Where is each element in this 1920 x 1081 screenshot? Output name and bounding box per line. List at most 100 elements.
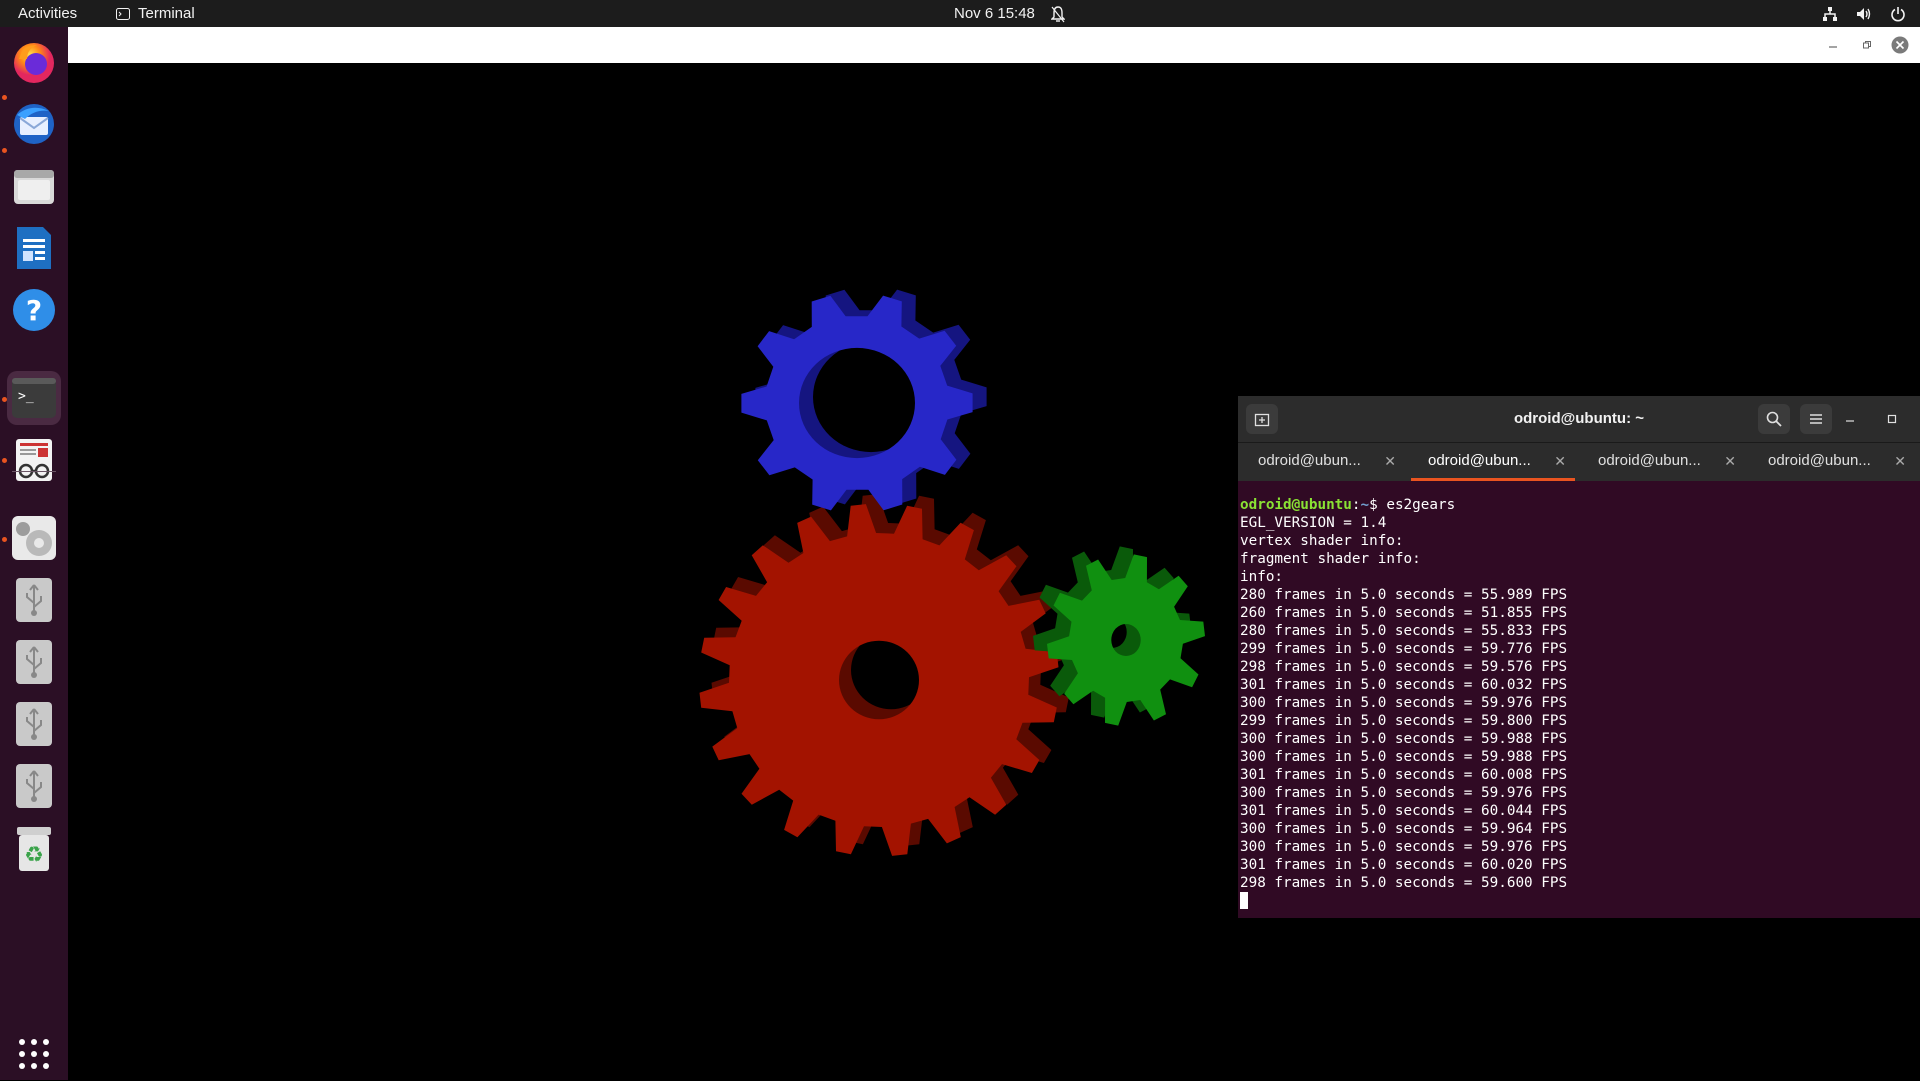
- network-icon: [1823, 6, 1837, 21]
- dock-usb-drive-1[interactable]: [7, 573, 61, 627]
- output-line: 300 frames in 5.0 seconds = 59.964 FPS: [1240, 821, 1568, 837]
- terminal-tab-2[interactable]: odroid@ubun... ✕: [1408, 443, 1578, 481]
- show-apps-icon: [19, 1039, 49, 1069]
- terminal-output[interactable]: odroid@ubuntu:~$ es2gears EGL_VERSION = 1…: [1240, 496, 1918, 910]
- prompt-separator: :: [1351, 497, 1361, 513]
- minimize-icon: [1846, 420, 1854, 422]
- terminal-maximize-button[interactable]: [1882, 409, 1902, 429]
- tab-close-icon[interactable]: ✕: [1384, 443, 1396, 479]
- terminal-tab-3[interactable]: odroid@ubun... ✕: [1578, 443, 1748, 481]
- terminal-tab-1[interactable]: odroid@ubun... ✕: [1238, 443, 1408, 481]
- trash-icon: ♻: [17, 827, 51, 871]
- notification-bell-icon[interactable]: [1050, 5, 1066, 23]
- text-cursor: [1240, 892, 1248, 909]
- dock: ? >_ ♻: [0, 27, 68, 1080]
- thunderbird-icon: [14, 104, 54, 144]
- terminal-icon: >_: [12, 378, 56, 418]
- dock-usb-drive-2[interactable]: [7, 635, 61, 689]
- usb-icon: [16, 764, 52, 808]
- terminal-menu-button[interactable]: [1800, 404, 1832, 434]
- close-icon: [1891, 36, 1909, 54]
- terminal-window[interactable]: odroid@ubuntu: ~ odroid@ubun... ✕ odroid…: [1238, 396, 1920, 918]
- writer-icon: [17, 227, 51, 269]
- output-line: 300 frames in 5.0 seconds = 59.976 FPS: [1240, 839, 1568, 855]
- output-line: 280 frames in 5.0 seconds = 55.833 FPS: [1240, 623, 1568, 639]
- dock-files[interactable]: [7, 159, 61, 213]
- output-line: 299 frames in 5.0 seconds = 59.776 FPS: [1240, 641, 1568, 657]
- dock-usb-drive-3[interactable]: [7, 697, 61, 751]
- gears-titlebar[interactable]: [68, 27, 1920, 63]
- maximize-icon: [1887, 414, 1897, 424]
- recycle-icon: ♻: [24, 843, 44, 868]
- running-indicator: [2, 148, 7, 153]
- output-line: 298 frames in 5.0 seconds = 59.576 FPS: [1240, 659, 1568, 675]
- dock-trash[interactable]: ♻: [7, 822, 61, 876]
- gears-close-button[interactable]: [1890, 35, 1910, 55]
- output-line: 300 frames in 5.0 seconds = 59.988 FPS: [1240, 731, 1568, 747]
- output-line: 300 frames in 5.0 seconds = 59.988 FPS: [1240, 749, 1568, 765]
- dock-separator: [12, 471, 56, 472]
- output-line: 301 frames in 5.0 seconds = 60.032 FPS: [1240, 677, 1568, 693]
- prompt-user: odroid@ubuntu: [1240, 497, 1352, 513]
- gears-minimize-button[interactable]: [1823, 35, 1843, 55]
- usb-icon: [16, 702, 52, 746]
- restore-icon: [1863, 41, 1871, 49]
- output-line: vertex shader info:: [1240, 533, 1404, 549]
- top-bar: Activities Terminal Nov 6 15:48: [0, 0, 1920, 27]
- output-line: EGL_VERSION = 1.4: [1240, 515, 1387, 531]
- gear-red: [699, 494, 1071, 856]
- settings-icon: [12, 516, 56, 560]
- dock-libreoffice-writer[interactable]: [7, 221, 61, 275]
- terminal-search-button[interactable]: [1758, 404, 1790, 434]
- app-menu[interactable]: Terminal: [116, 0, 195, 27]
- document-viewer-icon: [16, 439, 52, 481]
- dock-firefox[interactable]: [7, 35, 61, 89]
- dock-document-viewer[interactable]: [7, 433, 61, 487]
- terminal-icon-glyph: >_: [18, 389, 34, 404]
- terminal-headerbar[interactable]: odroid@ubuntu: ~: [1238, 396, 1920, 443]
- tab-label: odroid@ubun...: [1258, 452, 1361, 469]
- output-line: 300 frames in 5.0 seconds = 59.976 FPS: [1240, 695, 1568, 711]
- terminal-minimize-button[interactable]: [1840, 409, 1860, 429]
- system-tray[interactable]: [1822, 0, 1906, 27]
- search-icon: [1766, 411, 1782, 427]
- power-icon: [1891, 6, 1905, 21]
- tab-close-icon[interactable]: ✕: [1724, 443, 1736, 479]
- terminal-tab-bar: odroid@ubun... ✕ odroid@ubun... ✕ odroid…: [1238, 443, 1920, 481]
- output-line: 301 frames in 5.0 seconds = 60.044 FPS: [1240, 803, 1568, 819]
- output-line: 300 frames in 5.0 seconds = 59.976 FPS: [1240, 785, 1568, 801]
- cursor-line: [1240, 892, 1918, 910]
- terminal-tab-4[interactable]: odroid@ubun... ✕: [1748, 443, 1918, 481]
- output-line: 301 frames in 5.0 seconds = 60.008 FPS: [1240, 767, 1568, 783]
- dock-help[interactable]: ?: [7, 283, 61, 337]
- clock[interactable]: Nov 6 15:48: [954, 0, 1035, 27]
- tab-close-icon[interactable]: ✕: [1894, 443, 1906, 479]
- firefox-icon: [14, 43, 54, 83]
- tab-label: odroid@ubun...: [1768, 452, 1871, 469]
- usb-icon: [16, 640, 52, 684]
- activities-button[interactable]: Activities: [18, 0, 77, 27]
- output-line: fragment shader info:: [1240, 551, 1421, 567]
- output-line: 299 frames in 5.0 seconds = 59.800 FPS: [1240, 713, 1568, 729]
- dock-system-settings[interactable]: [7, 511, 61, 565]
- prompt-line: odroid@ubuntu:~$ es2gears: [1240, 496, 1918, 514]
- output-line: 260 frames in 5.0 seconds = 51.855 FPS: [1240, 605, 1568, 621]
- output-line: info:: [1240, 569, 1284, 585]
- dock-thunderbird[interactable]: [7, 97, 61, 151]
- output-line: 298 frames in 5.0 seconds = 59.600 FPS: [1240, 875, 1568, 891]
- tab-close-icon[interactable]: ✕: [1554, 443, 1566, 479]
- output-line: 280 frames in 5.0 seconds = 55.989 FPS: [1240, 587, 1568, 603]
- dock-usb-drive-4[interactable]: [7, 759, 61, 813]
- dock-terminal[interactable]: >_: [7, 371, 61, 425]
- prompt-command: $ es2gears: [1369, 497, 1456, 513]
- show-apps-button[interactable]: [7, 1027, 61, 1081]
- app-menu-label: Terminal: [138, 5, 195, 22]
- help-icon: ?: [13, 289, 55, 331]
- hamburger-menu-icon: [1810, 414, 1822, 424]
- running-indicator: [2, 95, 7, 100]
- terminal-app-icon: [116, 7, 130, 20]
- minimize-icon: [1829, 46, 1837, 48]
- gears-restore-button[interactable]: [1857, 35, 1877, 55]
- volume-icon: [1857, 7, 1871, 20]
- usb-icon: [16, 578, 52, 622]
